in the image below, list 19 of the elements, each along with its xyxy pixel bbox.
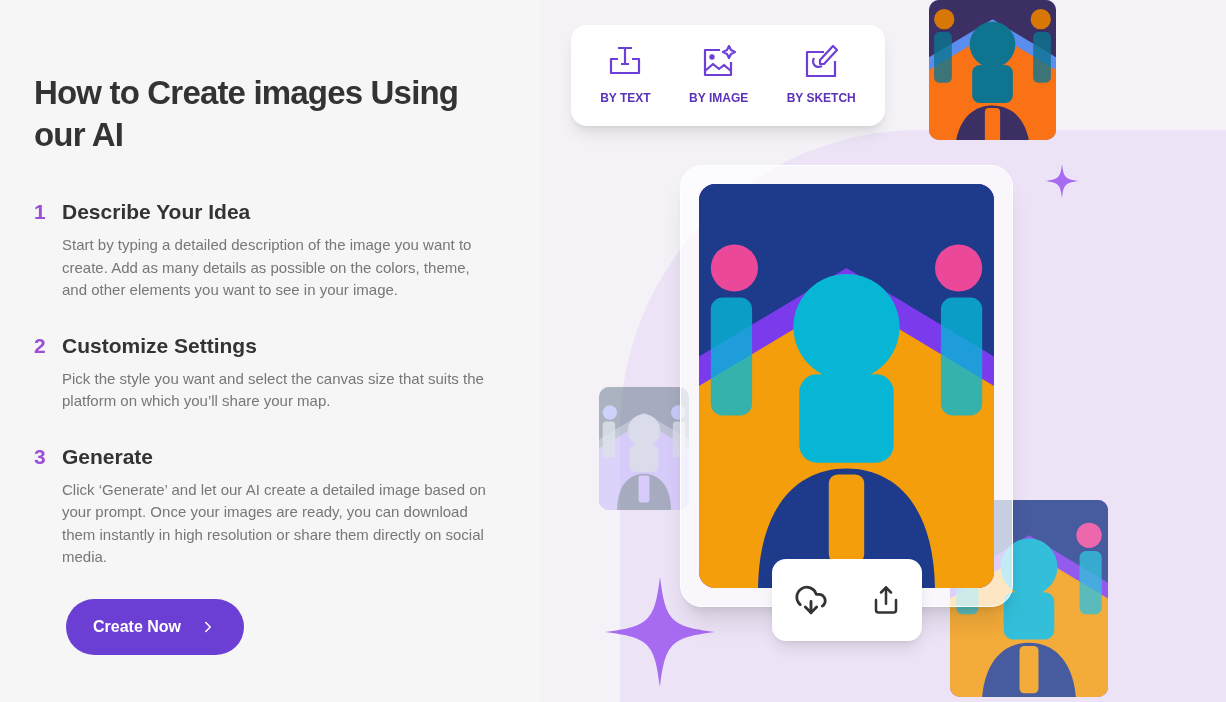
- section-heading: How to Create images Using our AI: [34, 73, 460, 155]
- mode-option[interactable]: BY TEXT: [600, 44, 651, 107]
- step-number: 1: [34, 199, 47, 225]
- cloud-download-icon: [793, 583, 828, 617]
- step-description: Pick the style you want and select the canvas size that suits the platform on which you’ll share your map.: [62, 368, 485, 411]
- step-number: 2: [34, 332, 47, 359]
- mode-option[interactable]: BY IMAGE: [689, 44, 749, 107]
- image-sparkle-icon: [701, 44, 736, 77]
- step-description: Click ‘Generate’ and let our AI create a detailed image based on your prompt. Once your images are ready, you can download them instantly in high resolution or share them directly on social media.: [62, 479, 487, 567]
- mode-option[interactable]: BY SKETCH: [786, 44, 856, 107]
- step-title: Describe Your Idea: [62, 199, 252, 225]
- step-description: Start by typing a detailed description of the image you want to create. Add as many details as possible on the colors, theme, and other elements you want to see in your image.: [62, 235, 473, 300]
- sparkle-icon: [1045, 164, 1079, 198]
- step-number: 3: [34, 443, 47, 470]
- text-box-icon: [608, 44, 643, 77]
- pen-sketch-icon: [804, 44, 839, 77]
- step-title: Generate: [62, 443, 155, 470]
- step-title: Customize Settings: [62, 332, 258, 359]
- create-now-button[interactable]: Create Now: [66, 598, 244, 655]
